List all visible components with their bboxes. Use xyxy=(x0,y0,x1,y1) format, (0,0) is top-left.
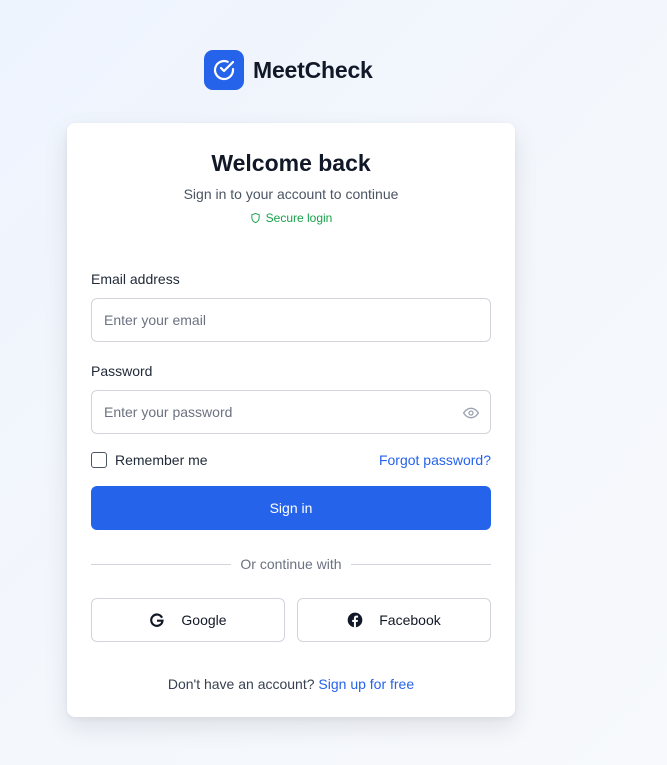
secure-login-label: Secure login xyxy=(265,211,333,225)
email-field[interactable] xyxy=(92,299,490,341)
google-label: Google xyxy=(181,612,227,628)
divider-line-right xyxy=(350,563,492,565)
email-label: Email address xyxy=(91,271,180,287)
password-field-wrapper xyxy=(91,390,491,434)
divider-line-left xyxy=(91,563,232,565)
signup-prompt: Don't have an account? Sign up for free xyxy=(67,676,515,692)
brand: MeetCheck xyxy=(204,50,373,90)
google-sign-in-button[interactable]: Google xyxy=(91,598,285,642)
eye-icon[interactable] xyxy=(463,405,479,421)
shield-icon xyxy=(250,212,260,224)
google-icon xyxy=(150,613,165,627)
page-subtitle: Sign in to your account to continue xyxy=(183,186,399,202)
email-field-wrapper xyxy=(91,298,491,342)
divider: Or continue with xyxy=(91,555,492,573)
remember-me-label[interactable]: Remember me xyxy=(115,452,208,468)
divider-text: Or continue with xyxy=(240,556,342,572)
password-label: Password xyxy=(91,363,153,379)
check-circle-icon xyxy=(204,50,244,90)
brand-name: MeetCheck xyxy=(253,56,373,83)
login-card: Welcome back Sign in to your account to … xyxy=(67,123,515,717)
sign-up-link[interactable]: Sign up for free xyxy=(318,676,414,692)
facebook-sign-in-button[interactable]: Facebook xyxy=(297,598,491,642)
password-field[interactable] xyxy=(92,391,490,433)
sign-in-button[interactable]: Sign in xyxy=(91,486,491,530)
remember-me-checkbox[interactable] xyxy=(91,452,107,468)
forgot-password-link[interactable]: Forgot password? xyxy=(379,452,491,468)
remember-me[interactable]: Remember me xyxy=(91,452,208,468)
facebook-icon xyxy=(347,612,363,628)
facebook-label: Facebook xyxy=(379,612,441,628)
signup-prompt-text: Don't have an account? xyxy=(167,676,315,692)
secure-login-badge: Secure login xyxy=(67,211,515,225)
page-title: Welcome back xyxy=(211,150,371,176)
